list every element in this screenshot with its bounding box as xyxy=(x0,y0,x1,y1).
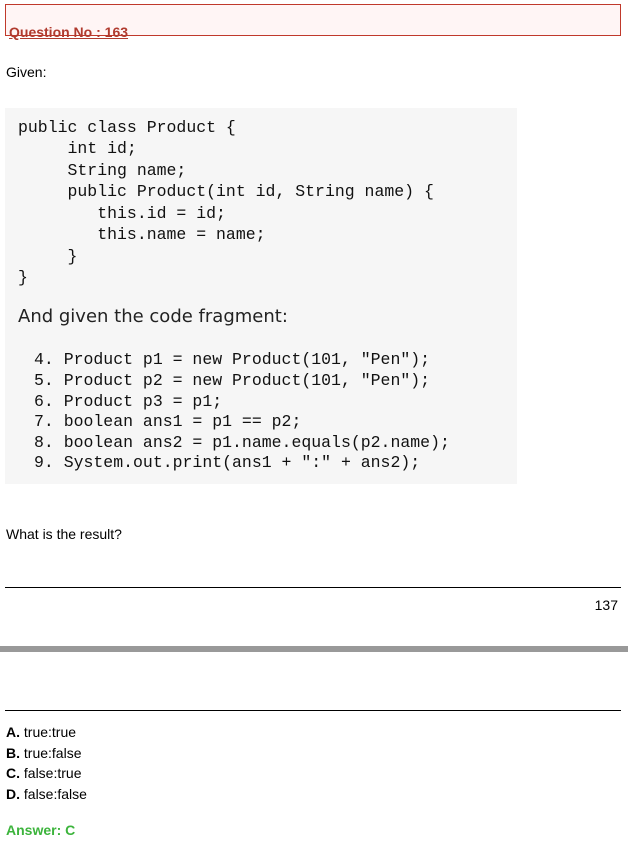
option-text: true:false xyxy=(20,744,82,761)
option-c: C. false:true xyxy=(6,763,87,784)
fragment-line: 4. Product p1 = new Product(101, "Pen"); xyxy=(34,350,431,369)
option-b: B. true:false xyxy=(6,743,87,764)
given-label: Given: xyxy=(6,64,47,80)
option-text: true:true xyxy=(20,724,77,740)
option-letter: A. xyxy=(6,724,20,740)
code-line: this.name = name; xyxy=(18,225,266,244)
code-line: int id; xyxy=(18,139,137,158)
option-a: A. true:true xyxy=(6,722,87,743)
code-line: String name; xyxy=(18,161,187,180)
fragment-intro-text: And given the code fragment: xyxy=(18,306,288,327)
code-line: public class Product { xyxy=(18,118,236,137)
page-footer-rule xyxy=(5,587,621,588)
fragment-line: 7. boolean ans1 = p1 == p2; xyxy=(34,412,302,431)
fragment-line: 6. Product p3 = p1; xyxy=(34,392,223,411)
fragment-line: 8. boolean ans2 = p1.name.equals(p2.name… xyxy=(34,433,450,452)
option-letter: C. xyxy=(6,765,20,781)
code-line: this.id = id; xyxy=(18,204,226,223)
fragment-line: 9. System.out.print(ans1 + ":" + ans2); xyxy=(34,453,421,472)
page-break-bar xyxy=(0,646,628,652)
code-line: public Product(int id, String name) { xyxy=(18,182,434,201)
answer-options: A. true:true B. true:false C. false:true… xyxy=(6,722,87,804)
fragment-line: 5. Product p2 = new Product(101, "Pen"); xyxy=(34,371,431,390)
question-number-title: Question No : 163 xyxy=(9,24,129,40)
question-text: What is the result? xyxy=(6,526,122,542)
page-header-rule xyxy=(5,710,621,711)
answer-text: Answer: C xyxy=(6,822,76,838)
option-d: D. false:false xyxy=(6,784,87,805)
code-line: } xyxy=(18,247,78,266)
code-line: } xyxy=(18,268,28,287)
page-number: 137 xyxy=(594,597,618,613)
option-text: false:true xyxy=(20,765,82,781)
option-letter: D. xyxy=(6,785,20,802)
option-text: false:false xyxy=(20,785,87,802)
option-letter: B. xyxy=(6,744,20,761)
